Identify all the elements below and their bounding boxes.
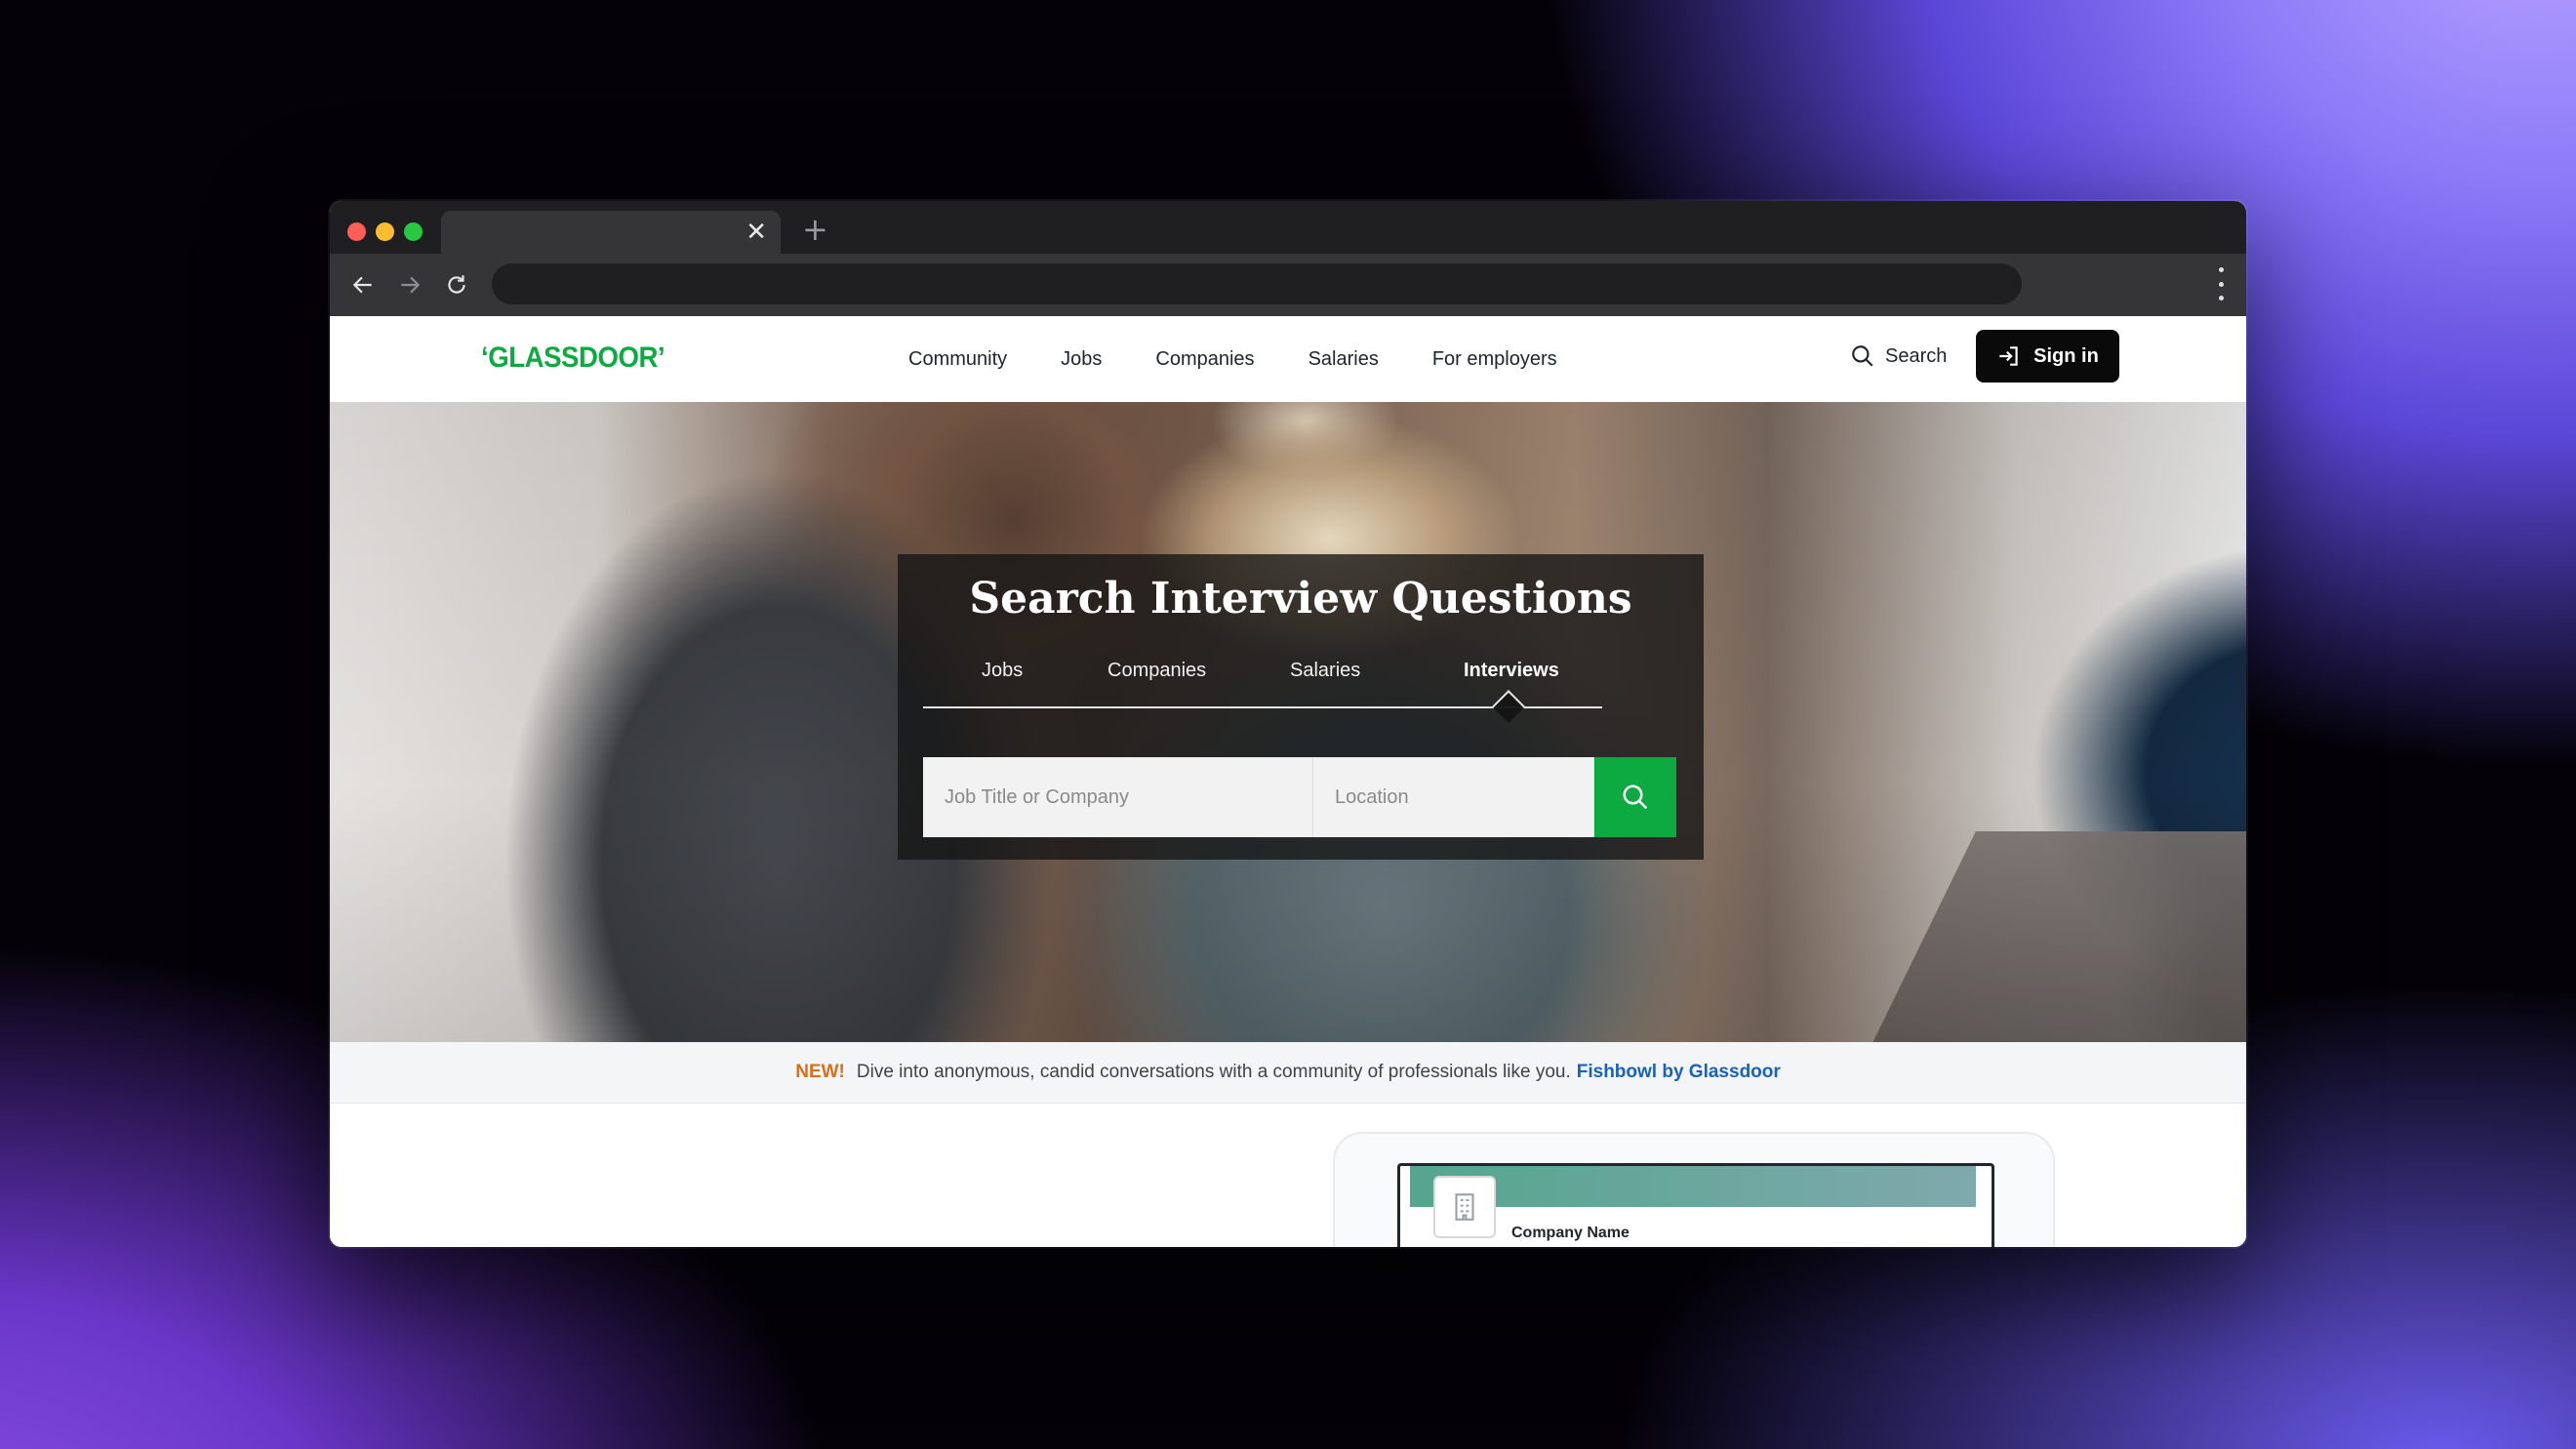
- maximize-window-button[interactable]: [404, 222, 423, 241]
- main-nav: Community Jobs Companies Salaries For em…: [908, 316, 1611, 402]
- nav-companies[interactable]: Companies: [1155, 348, 1254, 371]
- sign-in-label: Sign in: [2033, 344, 2099, 367]
- minimize-window-button[interactable]: [376, 222, 394, 241]
- tab-close-icon[interactable]: ✕: [745, 219, 767, 246]
- location-input[interactable]: [1313, 757, 1594, 837]
- search-submit-button[interactable]: [1594, 757, 1676, 837]
- forward-arrow-icon[interactable]: [394, 269, 425, 301]
- active-tab-indicator: [1492, 690, 1525, 723]
- search-form: [923, 757, 1676, 837]
- hero-banner: Search Interview Questions Jobs Companie…: [330, 402, 2246, 1042]
- browser-toolbar: [330, 254, 2246, 316]
- promo-text: Dive into anonymous, candid conversation…: [856, 1062, 1571, 1082]
- tab-salaries[interactable]: Salaries: [1290, 660, 1360, 682]
- glassdoor-logo[interactable]: ʻGLASSDOORʼ: [481, 342, 665, 375]
- company-name-label: Company Name: [1511, 1225, 1630, 1241]
- sign-in-icon: [1999, 346, 2018, 366]
- browser-tab-bar: ✕ +: [330, 201, 2246, 254]
- search-icon: [1852, 345, 1873, 367]
- search-icon: [1623, 785, 1648, 810]
- new-badge: NEW!: [795, 1062, 845, 1082]
- back-arrow-icon[interactable]: [347, 269, 379, 301]
- tab-jobs[interactable]: Jobs: [982, 660, 1023, 682]
- reload-icon[interactable]: [441, 269, 472, 301]
- close-window-button[interactable]: [347, 222, 366, 241]
- tab-companies[interactable]: Companies: [1107, 660, 1206, 682]
- header-search-label: Search: [1885, 344, 1948, 367]
- building-icon: [1433, 1176, 1496, 1238]
- nav-community[interactable]: Community: [908, 348, 1007, 371]
- device-mockup: Company Name: [1397, 1163, 1994, 1247]
- site-header: ʻGLASSDOORʼ Community Jobs Companies Sal…: [330, 316, 2246, 403]
- kebab-menu-icon[interactable]: [2217, 267, 2225, 301]
- nav-for-employers[interactable]: For employers: [1432, 348, 1557, 371]
- nav-jobs[interactable]: Jobs: [1061, 348, 1102, 371]
- header-search-button[interactable]: Search: [1850, 343, 1947, 369]
- browser-tab[interactable]: ✕: [441, 211, 781, 254]
- sign-in-button[interactable]: Sign in: [1976, 330, 2119, 382]
- search-tabs: Jobs Companies Salaries Interviews: [923, 660, 1602, 723]
- nav-salaries[interactable]: Salaries: [1308, 348, 1379, 371]
- fishbowl-promo-bar: NEW! Dive into anonymous, candid convers…: [330, 1042, 2246, 1104]
- address-bar[interactable]: [492, 263, 2022, 304]
- search-panel-title: Search Interview Questions: [969, 574, 1632, 624]
- web-page: ʻGLASSDOORʼ Community Jobs Companies Sal…: [330, 316, 2246, 1247]
- tab-interviews[interactable]: Interviews: [1464, 660, 1559, 682]
- job-title-input[interactable]: [923, 757, 1313, 837]
- new-tab-icon[interactable]: +: [802, 213, 828, 246]
- browser-window: ✕ + ʻGLASSDOORʼ Community Jobs Companies…: [330, 201, 2246, 1247]
- fishbowl-link[interactable]: Fishbowl by Glassdoor: [1577, 1062, 1781, 1083]
- company-profile-preview: Company Name: [1333, 1132, 2055, 1247]
- interview-search-panel: Search Interview Questions Jobs Companie…: [898, 554, 1704, 860]
